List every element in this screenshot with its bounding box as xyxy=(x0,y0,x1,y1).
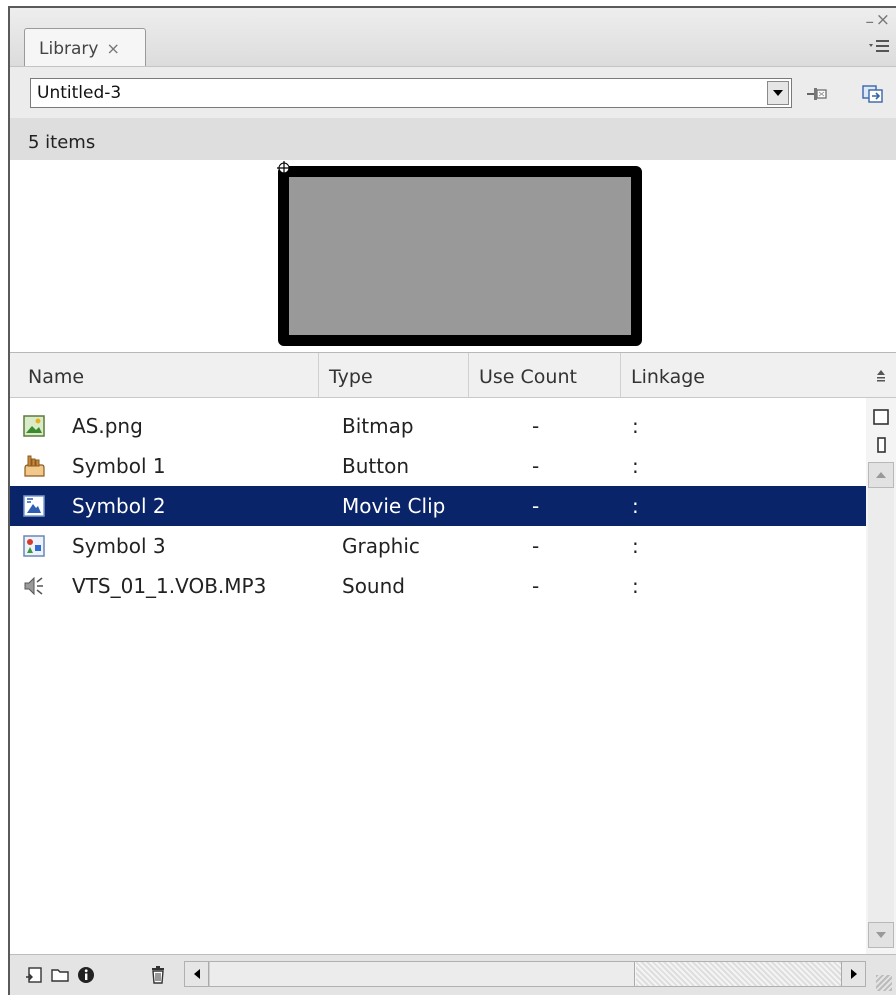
item-linkage: : xyxy=(632,574,639,598)
pin-library-icon[interactable] xyxy=(806,84,828,104)
horizontal-scroll-thumb[interactable] xyxy=(209,962,635,986)
item-type: Button xyxy=(342,454,409,478)
panel-title-bar: Library × – × xyxy=(10,8,896,68)
preview-rectangle xyxy=(278,166,642,346)
close-icon[interactable]: × xyxy=(876,12,890,29)
scroll-right-button[interactable] xyxy=(841,962,865,986)
tab-close-icon[interactable]: × xyxy=(106,39,119,58)
item-type: Graphic xyxy=(342,534,420,558)
scroll-left-button[interactable] xyxy=(185,962,209,986)
scroll-up-button[interactable] xyxy=(868,462,894,488)
symbol-preview xyxy=(10,160,896,352)
document-dropdown[interactable]: Untitled-3 xyxy=(30,78,792,108)
item-use-count: - xyxy=(532,454,540,478)
sort-icon xyxy=(877,370,885,382)
new-symbol-icon[interactable] xyxy=(24,965,44,985)
list-item[interactable]: VTS_01_1.VOB.MP3 Sound - : xyxy=(10,566,866,606)
horizontal-scrollbar[interactable] xyxy=(184,961,866,987)
bitmap-icon xyxy=(23,415,45,437)
movie-clip-icon xyxy=(23,495,45,517)
chevron-right-icon xyxy=(850,969,857,979)
library-panel: Library × – × Untitled-3 5 items Name Ty… xyxy=(8,6,896,995)
column-header-linkage[interactable]: Linkage xyxy=(620,353,866,397)
item-use-count: - xyxy=(532,574,540,598)
item-type: Movie Clip xyxy=(342,494,446,518)
horizontal-scroll-track[interactable] xyxy=(636,962,841,986)
panel-menu-icon[interactable] xyxy=(868,38,890,54)
item-use-count: - xyxy=(532,414,540,438)
item-linkage: : xyxy=(632,414,639,438)
tab-library[interactable]: Library × xyxy=(24,28,146,68)
registration-point-icon xyxy=(277,161,291,175)
item-name: Symbol 1 xyxy=(72,454,166,478)
item-use-count: - xyxy=(532,534,540,558)
wide-state-icon[interactable] xyxy=(872,408,890,426)
item-type: Sound xyxy=(342,574,405,598)
list-item[interactable]: Symbol 3 Graphic - : xyxy=(10,526,866,566)
resize-grip-icon[interactable] xyxy=(876,975,892,991)
list-header: Name Type Use Count Linkage xyxy=(10,352,866,398)
item-use-count: - xyxy=(532,494,540,518)
item-linkage: : xyxy=(632,454,639,478)
vertical-scrollbar[interactable] xyxy=(868,462,894,948)
graphic-symbol-icon xyxy=(23,535,45,557)
new-folder-icon[interactable] xyxy=(50,965,70,985)
item-name: AS.png xyxy=(72,414,143,438)
library-item-list: AS.png Bitmap - : Symbol 1 Button - : Sy… xyxy=(10,398,866,954)
dropdown-arrow-icon[interactable] xyxy=(767,81,789,105)
item-name: Symbol 3 xyxy=(72,534,166,558)
tab-label: Library xyxy=(39,38,99,59)
scroll-down-button[interactable] xyxy=(868,922,894,948)
chevron-left-icon xyxy=(193,969,200,979)
list-item[interactable]: Symbol 1 Button - : xyxy=(10,446,866,486)
item-linkage: : xyxy=(632,494,639,518)
sort-order-button[interactable] xyxy=(866,352,896,398)
delete-trash-icon[interactable] xyxy=(148,965,168,985)
document-dropdown-value: Untitled-3 xyxy=(37,83,122,103)
properties-icon[interactable] xyxy=(76,965,96,985)
column-header-type[interactable]: Type xyxy=(318,353,468,397)
minimize-icon[interactable]: – xyxy=(866,14,875,31)
item-type: Bitmap xyxy=(342,414,414,438)
library-bottom-bar xyxy=(10,954,896,995)
sound-icon xyxy=(24,576,43,596)
column-header-use-count[interactable]: Use Count xyxy=(468,353,620,397)
column-header-name[interactable]: Name xyxy=(18,353,318,397)
document-selector-row: Untitled-3 xyxy=(10,66,896,118)
chevron-up-icon xyxy=(876,472,886,478)
item-count: 5 items xyxy=(10,118,896,160)
button-symbol-icon xyxy=(24,455,45,477)
item-name: VTS_01_1.VOB.MP3 xyxy=(72,574,267,598)
vertical-scroll-area xyxy=(866,398,896,954)
chevron-down-icon xyxy=(876,932,886,938)
new-library-panel-icon[interactable] xyxy=(862,84,884,104)
narrow-state-icon[interactable] xyxy=(872,436,890,454)
list-item-selected[interactable]: Symbol 2 Movie Clip - : xyxy=(10,486,866,526)
item-linkage: : xyxy=(632,534,639,558)
list-item[interactable]: AS.png Bitmap - : xyxy=(10,406,866,446)
item-name: Symbol 2 xyxy=(72,494,166,518)
